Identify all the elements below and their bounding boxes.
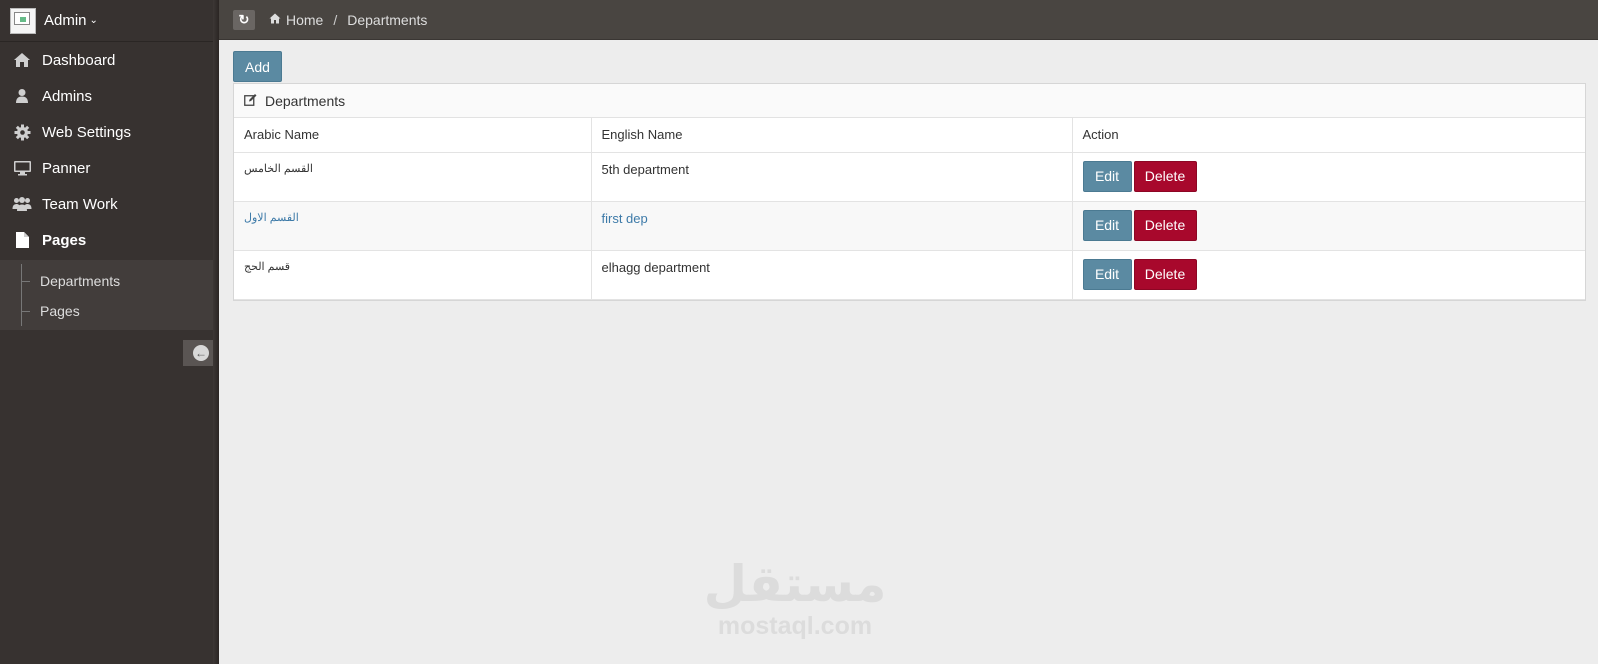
cell-english-name: elhagg department [591, 250, 1073, 300]
delete-button[interactable]: Delete [1133, 258, 1197, 290]
refresh-button[interactable]: ↻ [233, 9, 255, 30]
add-button[interactable]: Add [233, 51, 282, 82]
cell-english-name: 5th department [591, 152, 1073, 202]
table-row: القسم الخامس 5th department Edit Delete [234, 152, 1585, 202]
breadcrumb-home[interactable]: Home [286, 12, 323, 28]
breadcrumb: Home / Departments [269, 12, 427, 28]
sidebar-edge [213, 0, 219, 664]
cell-actions: Edit Delete [1072, 250, 1585, 300]
table-header-row: Arabic Name English Name Action [234, 118, 1585, 153]
delete-button[interactable]: Delete [1133, 160, 1197, 192]
file-icon [12, 231, 32, 249]
arabic-name: القسم الخامس [244, 162, 313, 175]
gear-icon [12, 123, 32, 141]
users-icon [12, 195, 32, 213]
sidebar-item-label: Pages [42, 231, 87, 249]
sidebar-item-panner[interactable]: Panner [0, 150, 219, 186]
home-icon [269, 13, 281, 27]
sidebar-item-admins[interactable]: Admins [0, 78, 219, 114]
home-icon [12, 51, 32, 69]
watermark: مستقل mostaql.com [700, 555, 890, 639]
sidebar-item-label: Admins [42, 87, 93, 105]
arabic-name[interactable]: القسم الاول [244, 212, 299, 224]
column-header-arabic-name: Arabic Name [234, 118, 592, 153]
cell-english-name[interactable]: first dep [591, 201, 1073, 251]
sidebar-item-web-settings[interactable]: Web Settings [0, 114, 219, 150]
submenu-item-pages[interactable]: Pages [0, 296, 219, 326]
pages-submenu: Departments Pages [0, 260, 219, 330]
cell-arabic-name: القسم الاول [234, 201, 592, 251]
table-row: قسم الحج elhagg department Edit Delete [234, 250, 1585, 300]
cell-arabic-name: قسم الحج [234, 250, 592, 300]
user-name: Admin [44, 12, 87, 29]
sidebar-item-label: Web Settings [42, 123, 131, 141]
arrow-left-circle-icon: ← [193, 345, 209, 361]
watermark-arabic: مستقل [703, 555, 887, 613]
edit-button[interactable]: Edit [1082, 258, 1132, 290]
sidebar: Admin ⌄ Dashboard Admins Web Settings Pa… [0, 0, 219, 664]
delete-button[interactable]: Delete [1133, 209, 1197, 241]
breadcrumb-current: Departments [347, 11, 428, 28]
user-icon [12, 87, 32, 105]
chevron-down-icon: ⌄ [89, 15, 98, 26]
panel-heading: Departments [234, 84, 1585, 118]
monitor-icon [12, 159, 32, 177]
cell-actions: Edit Delete [1072, 201, 1585, 251]
avatar [10, 7, 36, 34]
breadcrumb-separator: / [333, 11, 338, 28]
column-header-english-name: English Name [591, 118, 1073, 153]
sidebar-item-team-work[interactable]: Team Work [0, 186, 219, 222]
submenu-item-departments[interactable]: Departments [0, 266, 219, 296]
table-row: القسم الاول first dep Edit Delete [234, 201, 1585, 251]
arabic-name: قسم الحج [244, 260, 291, 273]
sidebar-item-pages[interactable]: Pages [0, 222, 219, 258]
cell-actions: Edit Delete [1072, 152, 1585, 202]
watermark-english: mostaql.com [717, 612, 873, 640]
edit-button[interactable]: Edit [1082, 209, 1132, 241]
edit-button[interactable]: Edit [1082, 160, 1132, 192]
departments-table: Arabic Name English Name Action القسم ال… [234, 118, 1585, 300]
sidebar-item-label: Panner [42, 159, 91, 177]
sidebar-item-label: Team Work [42, 195, 118, 213]
panel-title: Departments [265, 92, 346, 109]
cell-arabic-name: القسم الخامس [234, 152, 592, 202]
sidebar-item-dashboard[interactable]: Dashboard [0, 42, 219, 78]
sidebar-item-label: Dashboard [42, 51, 116, 69]
departments-panel: Departments Arabic Name English Name Act… [233, 83, 1586, 301]
column-header-action: Action [1072, 118, 1585, 153]
user-menu[interactable]: Admin ⌄ [0, 0, 219, 42]
topbar: ↻ Home / Departments [219, 0, 1598, 40]
refresh-icon: ↻ [238, 11, 250, 27]
edit-icon [244, 93, 257, 109]
